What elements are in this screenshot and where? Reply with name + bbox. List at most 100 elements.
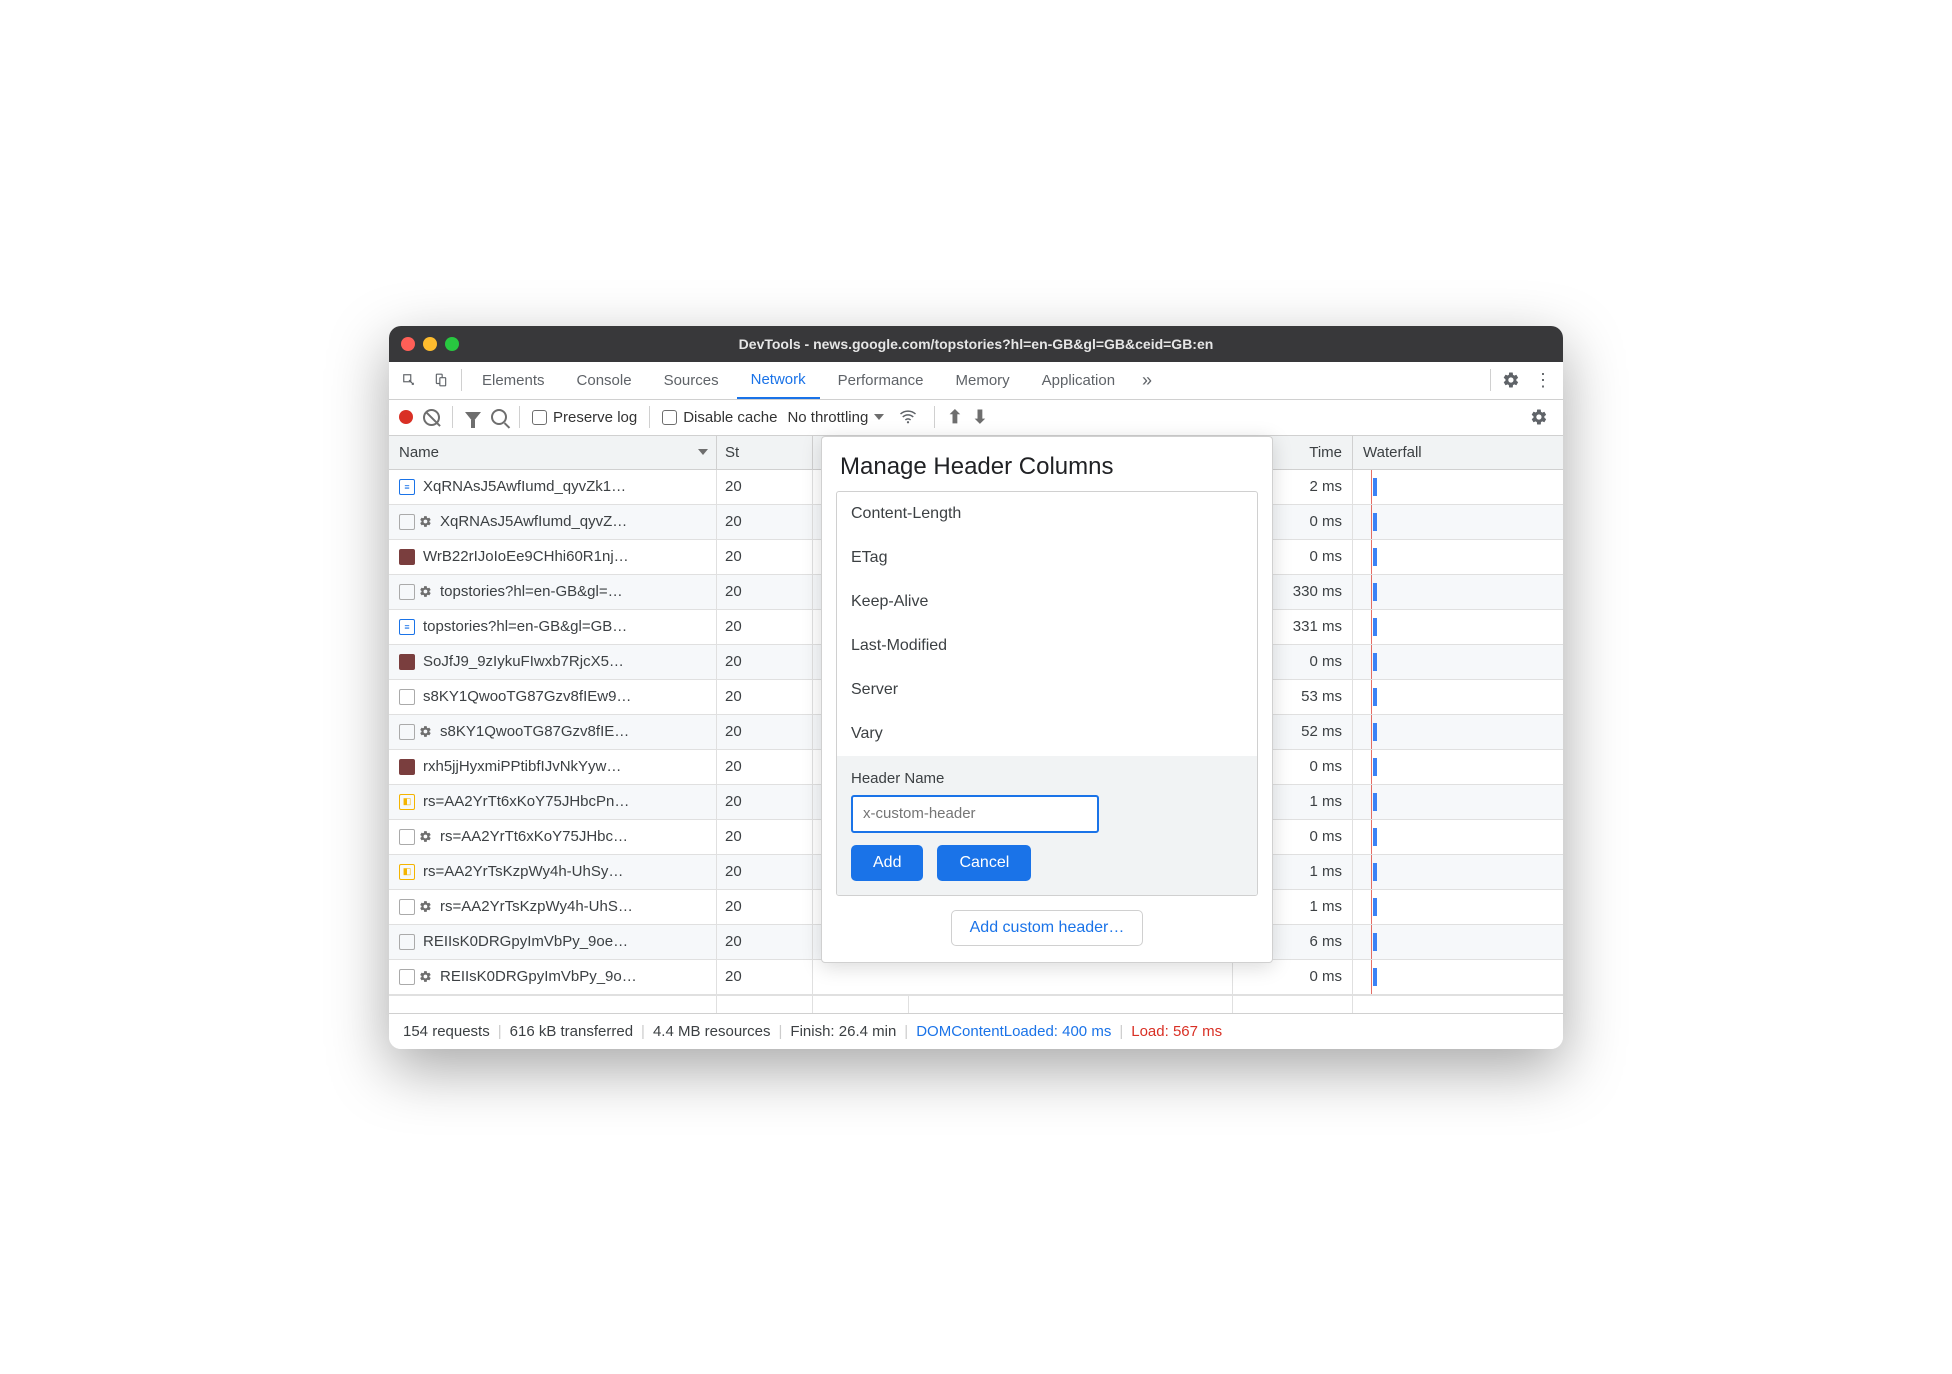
row-name: REIIsK0DRGpyImVbPy_9oe… — [423, 933, 628, 950]
network-toolbar: Preserve log Disable cache No throttling… — [389, 400, 1563, 436]
row-name: XqRNAsJ5AwfIumd_qyvZk1… — [423, 478, 626, 495]
row-name: WrB22rIJoIoEe9CHhi60R1nj… — [423, 548, 629, 565]
row-status: 20 — [717, 540, 813, 574]
tab-console[interactable]: Console — [563, 362, 646, 399]
tab-network[interactable]: Network — [737, 362, 820, 399]
status-load: Load: 567 ms — [1131, 1023, 1222, 1040]
file-icon — [399, 934, 415, 950]
clear-icon[interactable] — [423, 409, 440, 426]
row-name: XqRNAsJ5AwfIumd_qyvZ… — [440, 513, 627, 530]
tabbar: ElementsConsoleSourcesNetworkPerformance… — [389, 362, 1563, 400]
header-column-item[interactable]: Keep-Alive — [837, 580, 1257, 624]
status-dcl: DOMContentLoaded: 400 ms — [916, 1023, 1111, 1040]
row-name: rs=AA2YrTsKzpWy4h-UhSy… — [423, 863, 623, 880]
row-name: rs=AA2YrTt6xKoY75JHbcPn… — [423, 793, 629, 810]
row-status: 20 — [717, 575, 813, 609]
image-icon — [399, 654, 415, 670]
status-finish: Finish: 26.4 min — [790, 1023, 896, 1040]
gear-file-icon — [399, 514, 415, 530]
tab-sources[interactable]: Sources — [650, 362, 733, 399]
upload-icon[interactable]: ⬆ — [947, 407, 962, 428]
kebab-menu-icon[interactable]: ⋮ — [1529, 366, 1557, 394]
row-waterfall — [1353, 505, 1563, 539]
row-name: rxh5jjHyxmiPPtibfIJvNkYyw… — [423, 758, 621, 775]
divider — [934, 406, 935, 428]
status-requests: 154 requests — [403, 1023, 490, 1040]
download-icon[interactable]: ⬇ — [972, 407, 987, 428]
row-waterfall — [1353, 960, 1563, 994]
throttling-value: No throttling — [787, 409, 868, 426]
status-transferred: 616 kB transferred — [510, 1023, 633, 1040]
script-icon: ◧ — [399, 864, 415, 880]
search-icon[interactable] — [491, 409, 507, 425]
panel-settings-icon[interactable] — [1525, 403, 1553, 431]
header-column-item[interactable]: Vary — [837, 712, 1257, 756]
row-waterfall — [1353, 750, 1563, 784]
image-icon — [399, 759, 415, 775]
column-waterfall[interactable]: Waterfall — [1353, 436, 1563, 469]
gear-file-icon — [399, 584, 415, 600]
row-status: 20 — [717, 855, 813, 889]
row-name: REIIsK0DRGpyImVbPy_9o… — [440, 968, 637, 985]
divider — [1490, 369, 1491, 391]
header-column-item[interactable]: Content-Length — [837, 492, 1257, 536]
header-name-input[interactable] — [851, 795, 1099, 833]
modal-list: Content-LengthETagKeep-AliveLast-Modifie… — [836, 491, 1258, 896]
table-row[interactable]: REIIsK0DRGpyImVbPy_9o…200 ms — [389, 960, 1563, 995]
row-status: 20 — [717, 750, 813, 784]
preserve-log-checkbox[interactable]: Preserve log — [532, 409, 637, 426]
column-status[interactable]: St — [717, 436, 813, 469]
gear-file-icon — [399, 724, 415, 740]
tab-performance[interactable]: Performance — [824, 362, 938, 399]
row-status: 20 — [717, 785, 813, 819]
row-name: rs=AA2YrTt6xKoY75JHbc… — [440, 828, 628, 845]
row-name: SoJfJ9_9zIykuFIwxb7RjcX5… — [423, 653, 624, 670]
header-column-item[interactable]: Last-Modified — [837, 624, 1257, 668]
more-tabs-icon[interactable]: » — [1133, 366, 1161, 394]
row-waterfall — [1353, 890, 1563, 924]
header-column-item[interactable]: Server — [837, 668, 1257, 712]
inspect-icon[interactable] — [395, 366, 423, 394]
titlebar: DevTools - news.google.com/topstories?hl… — [389, 326, 1563, 362]
row-name: s8KY1QwooTG87Gzv8fIEw9… — [423, 688, 631, 705]
settings-icon[interactable] — [1497, 366, 1525, 394]
script-icon: ◧ — [399, 794, 415, 810]
devtools-window: DevTools - news.google.com/topstories?hl… — [389, 326, 1563, 1049]
document-icon: ≡ — [399, 479, 415, 495]
row-name: s8KY1QwooTG87Gzv8fIE… — [440, 723, 629, 740]
row-waterfall — [1353, 680, 1563, 714]
row-waterfall — [1353, 925, 1563, 959]
row-waterfall — [1353, 540, 1563, 574]
header-name-label: Header Name — [851, 770, 1243, 787]
record-button[interactable] — [399, 410, 413, 424]
device-mode-icon[interactable] — [427, 366, 455, 394]
gear-file-icon — [399, 899, 415, 915]
tab-elements[interactable]: Elements — [468, 362, 559, 399]
window-title: DevTools - news.google.com/topstories?hl… — [389, 336, 1563, 352]
disable-cache-label: Disable cache — [683, 409, 777, 426]
tab-memory[interactable]: Memory — [942, 362, 1024, 399]
throttling-select[interactable]: No throttling — [787, 409, 884, 426]
column-name[interactable]: Name — [389, 436, 717, 469]
cancel-button[interactable]: Cancel — [937, 845, 1031, 881]
divider — [461, 369, 462, 391]
row-status: 20 — [717, 610, 813, 644]
row-waterfall — [1353, 610, 1563, 644]
add-custom-header-button[interactable]: Add custom header… — [951, 910, 1144, 946]
divider — [519, 406, 520, 428]
preserve-log-label: Preserve log — [553, 409, 637, 426]
statusbar: 154 requests| 616 kB transferred| 4.4 MB… — [389, 1013, 1563, 1049]
chevron-down-icon — [874, 414, 884, 420]
disable-cache-checkbox[interactable]: Disable cache — [662, 409, 777, 426]
status-resources: 4.4 MB resources — [653, 1023, 771, 1040]
wifi-icon[interactable] — [894, 403, 922, 431]
tab-application[interactable]: Application — [1028, 362, 1129, 399]
gear-file-icon — [399, 969, 415, 985]
sort-icon — [698, 449, 708, 455]
filter-icon[interactable] — [465, 412, 481, 422]
row-status: 20 — [717, 680, 813, 714]
add-button[interactable]: Add — [851, 845, 923, 881]
row-waterfall — [1353, 855, 1563, 889]
header-column-item[interactable]: ETag — [837, 536, 1257, 580]
header-name-section: Header Name Add Cancel — [837, 756, 1257, 895]
